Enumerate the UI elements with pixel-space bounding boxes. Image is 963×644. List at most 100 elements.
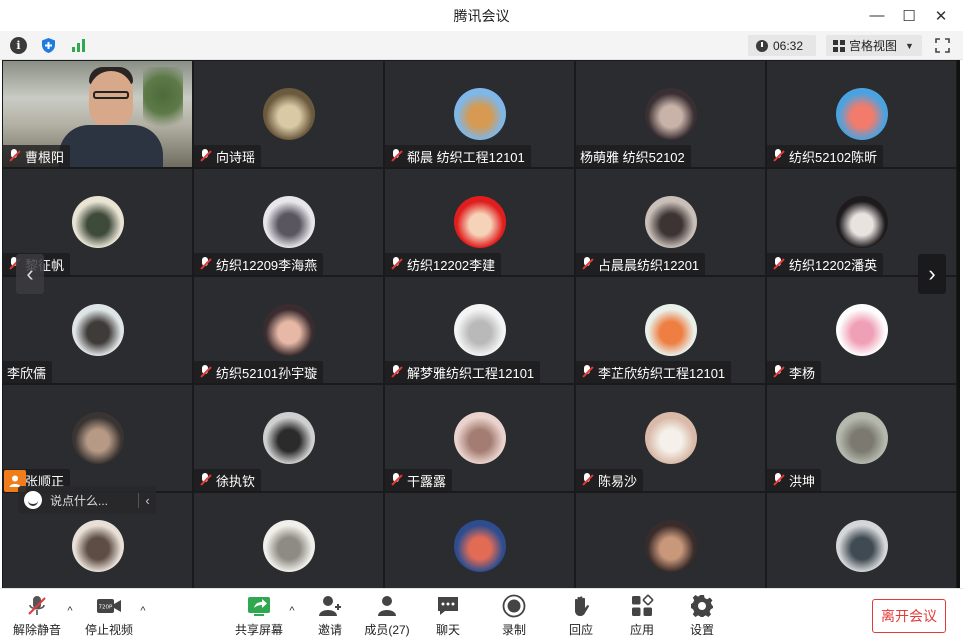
leave-meeting-button[interactable]: 离开会议 (872, 599, 946, 633)
participant-name: 向诗瑶 (216, 149, 256, 165)
participant-tile[interactable]: 杨萌雅 纺织52102 (575, 60, 766, 168)
signal-icon[interactable] (70, 37, 87, 54)
grid-view-icon (833, 39, 845, 52)
view-mode-button[interactable]: 宫格视图 ▼ (826, 35, 922, 56)
participant-name-tag: 曹根阳 (3, 145, 71, 167)
participant-name: 纺织52101孙宇璇 (216, 365, 318, 381)
avatar (262, 88, 315, 140)
participant-tile[interactable]: 纺织12202李建 (384, 168, 575, 276)
chat-input-bar[interactable]: 说点什么... ‹ (18, 486, 156, 514)
previous-page-button[interactable]: ‹ (16, 254, 44, 294)
next-page-button[interactable]: › (918, 254, 946, 294)
muted-mic-icon (580, 257, 594, 271)
participant-name-tag: 郗晨 纺织工程12101 (385, 145, 531, 167)
meeting-timer: 06:32 (748, 35, 816, 56)
close-button[interactable]: ✕ (925, 0, 957, 31)
participant-name: 李芷欣纺织工程12101 (598, 365, 726, 381)
participant-name: 解梦雅纺织工程12101 (407, 365, 535, 381)
muted-mic-icon (771, 257, 785, 271)
apps-button[interactable]: 应用 (624, 593, 660, 639)
avatar (71, 196, 124, 248)
participant-name: 占晨晨纺织12201 (598, 257, 700, 273)
audio-options-caret[interactable]: ^ (64, 605, 76, 617)
participant-name-tag: 李杨 (767, 361, 822, 383)
mute-button[interactable]: 解除静音 (12, 593, 62, 639)
avatar (453, 520, 506, 572)
participant-name: 纺织52102陈昕 (789, 149, 878, 165)
participant-name-tag: 占晨晨纺织12201 (576, 253, 706, 275)
info-icon[interactable]: i (10, 37, 27, 54)
participant-name: 杨萌雅 纺织52102 (580, 149, 685, 165)
participant-name: 曹根阳 (25, 149, 65, 165)
avatar (835, 304, 888, 356)
participant-name: 陈易沙 (598, 473, 638, 489)
chat-button[interactable]: 聊天 (430, 593, 466, 639)
minimize-button[interactable]: — (861, 0, 893, 31)
avatar (644, 88, 697, 140)
reaction-button[interactable]: 回应 (563, 593, 599, 639)
participant-name: 纺织12202潘英 (789, 257, 878, 273)
bottom-toolbar: 解除静音 ^ 720P 停止视频 ^ 共享屏幕 ^ 邀请 成员(27) 聊天 录… (0, 588, 963, 644)
participant-tile[interactable]: 李芷欣纺织工程12101 (575, 276, 766, 384)
participant-tile[interactable] (384, 492, 575, 588)
participant-tile[interactable] (193, 492, 384, 588)
participant-name-tag: 纺织12209李海燕 (194, 253, 324, 275)
participant-tile[interactable]: 郗晨 纺织工程12101 (384, 60, 575, 168)
collapse-chat-button[interactable]: ‹ (138, 492, 156, 508)
participant-tile[interactable]: 纺织52102陈昕 (766, 60, 957, 168)
avatar (644, 520, 697, 572)
settings-button[interactable]: 设置 (684, 593, 720, 639)
muted-mic-icon (198, 257, 212, 271)
participant-tile[interactable] (575, 492, 766, 588)
participant-name-tag: 纺织52102陈昕 (767, 145, 884, 167)
muted-mic-icon (389, 365, 403, 379)
emoji-icon[interactable] (24, 491, 42, 509)
participant-name-tag: 纺织12202李建 (385, 253, 502, 275)
maximize-button[interactable]: ☐ (893, 0, 925, 31)
record-icon (501, 593, 527, 619)
meeting-info-bar: i 06:32 宫格视图 ▼ (0, 31, 963, 60)
avatar (71, 520, 124, 572)
participant-tile[interactable]: 干露露 (384, 384, 575, 492)
record-button[interactable]: 录制 (496, 593, 532, 639)
participant-tile[interactable]: 徐执钦 (193, 384, 384, 492)
members-button[interactable]: 成员(27) (362, 593, 412, 639)
participant-tile[interactable]: 陈易沙 (575, 384, 766, 492)
participant-name-tag: 纺织52101孙宇璇 (194, 361, 324, 383)
window-controls: — ☐ ✕ (861, 0, 957, 31)
stop-video-button[interactable]: 720P 停止视频 (84, 593, 134, 639)
add-user-icon (317, 593, 343, 619)
muted-mic-icon (580, 365, 594, 379)
participant-name-tag: 杨萌雅 纺织52102 (576, 145, 691, 167)
muted-mic-icon (771, 365, 785, 379)
share-options-caret[interactable]: ^ (286, 605, 298, 617)
invite-button[interactable]: 邀请 (312, 593, 348, 639)
video-options-caret[interactable]: ^ (137, 605, 149, 617)
camera-feed-person-glasses (93, 91, 129, 99)
participant-tile[interactable]: 纺织12209李海燕 (193, 168, 384, 276)
participant-tile[interactable]: 张顺正 (2, 384, 193, 492)
raise-hand-icon (568, 593, 594, 619)
participant-tile[interactable]: 曹根阳 (2, 60, 193, 168)
participant-tile[interactable]: 洪坤 (766, 384, 957, 492)
share-screen-button[interactable]: 共享屏幕 (234, 593, 284, 639)
participant-tile[interactable]: 占晨晨纺织12201 (575, 168, 766, 276)
chat-placeholder[interactable]: 说点什么... (50, 492, 138, 509)
apps-icon (629, 593, 655, 619)
avatar (71, 412, 124, 464)
avatar (453, 304, 506, 356)
shield-icon[interactable] (40, 37, 57, 54)
muted-mic-icon (389, 149, 403, 163)
participant-tile[interactable]: 向诗瑶 (193, 60, 384, 168)
record-label: 录制 (501, 623, 526, 637)
participant-tile[interactable] (766, 492, 957, 588)
participant-tile[interactable]: 解梦雅纺织工程12101 (384, 276, 575, 384)
title-bar: 腾讯会议 — ☐ ✕ (0, 0, 963, 31)
participant-name-tag: 干露露 (385, 469, 453, 491)
participant-name-tag: 徐执钦 (194, 469, 262, 491)
window-title: 腾讯会议 (453, 7, 510, 24)
participant-name: 纺织12202李建 (407, 257, 496, 273)
apps-label: 应用 (629, 623, 654, 637)
participant-tile[interactable]: 纺织52101孙宇璇 (193, 276, 384, 384)
fullscreen-icon[interactable] (935, 38, 950, 53)
